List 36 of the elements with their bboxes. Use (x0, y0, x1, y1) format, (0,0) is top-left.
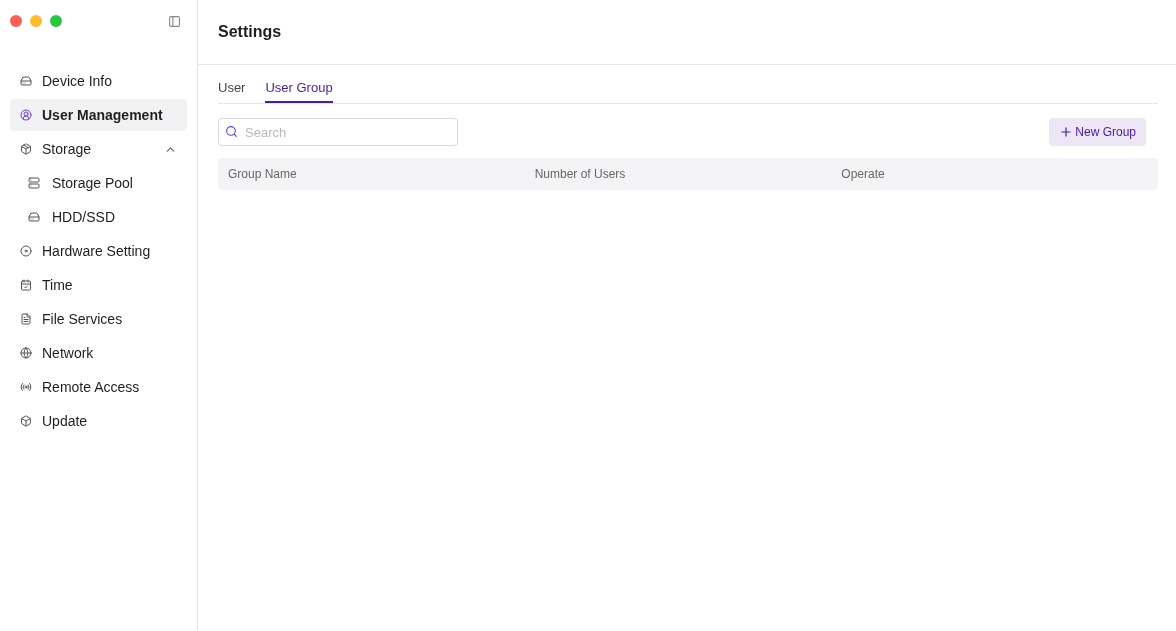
maximize-window-icon[interactable] (50, 15, 62, 27)
sidebar-item[interactable]: Storage (10, 133, 187, 165)
sidebar-item[interactable]: Remote Access (10, 371, 187, 403)
cube-icon (20, 415, 32, 427)
sidebar-subitem[interactable]: HDD/SSD (10, 201, 187, 233)
box-icon (20, 143, 32, 155)
antenna-icon (20, 381, 32, 393)
plus-icon (1059, 125, 1074, 139)
drive-icon (20, 75, 32, 87)
sidebar-item[interactable]: Network (10, 337, 187, 369)
drive-icon (28, 211, 40, 223)
sidebar-item[interactable]: File Services (10, 303, 187, 335)
user-icon (20, 109, 32, 121)
document-icon (20, 313, 32, 325)
sidebar-item[interactable]: Time (10, 269, 187, 301)
sidebar-subitem[interactable]: Storage Pool (10, 167, 187, 199)
disc-icon (20, 245, 32, 257)
sidebar-toggle-icon[interactable] (168, 14, 181, 28)
column-header: Number of Users (534, 166, 627, 183)
sidebar-item[interactable]: User Management (10, 99, 187, 131)
close-window-icon[interactable] (10, 15, 22, 27)
tab[interactable]: User (218, 75, 246, 103)
minimize-window-icon[interactable] (30, 15, 42, 27)
calendar-check-icon (20, 279, 32, 291)
search-field[interactable]: Search (218, 118, 458, 146)
globe-icon (20, 347, 32, 359)
page-title: Settings (218, 22, 282, 42)
server-icon (28, 177, 40, 189)
search-icon (225, 125, 238, 138)
sidebar-item[interactable]: Device Info (10, 65, 187, 97)
new-group-button[interactable]: New Group (1049, 118, 1146, 146)
sidebar-item[interactable]: Hardware Setting (10, 235, 187, 267)
sidebar-item[interactable]: Update (10, 405, 187, 437)
tab[interactable]: User Group (265, 75, 333, 103)
column-header: Operate (841, 166, 886, 183)
column-header: Group Name (228, 166, 298, 183)
